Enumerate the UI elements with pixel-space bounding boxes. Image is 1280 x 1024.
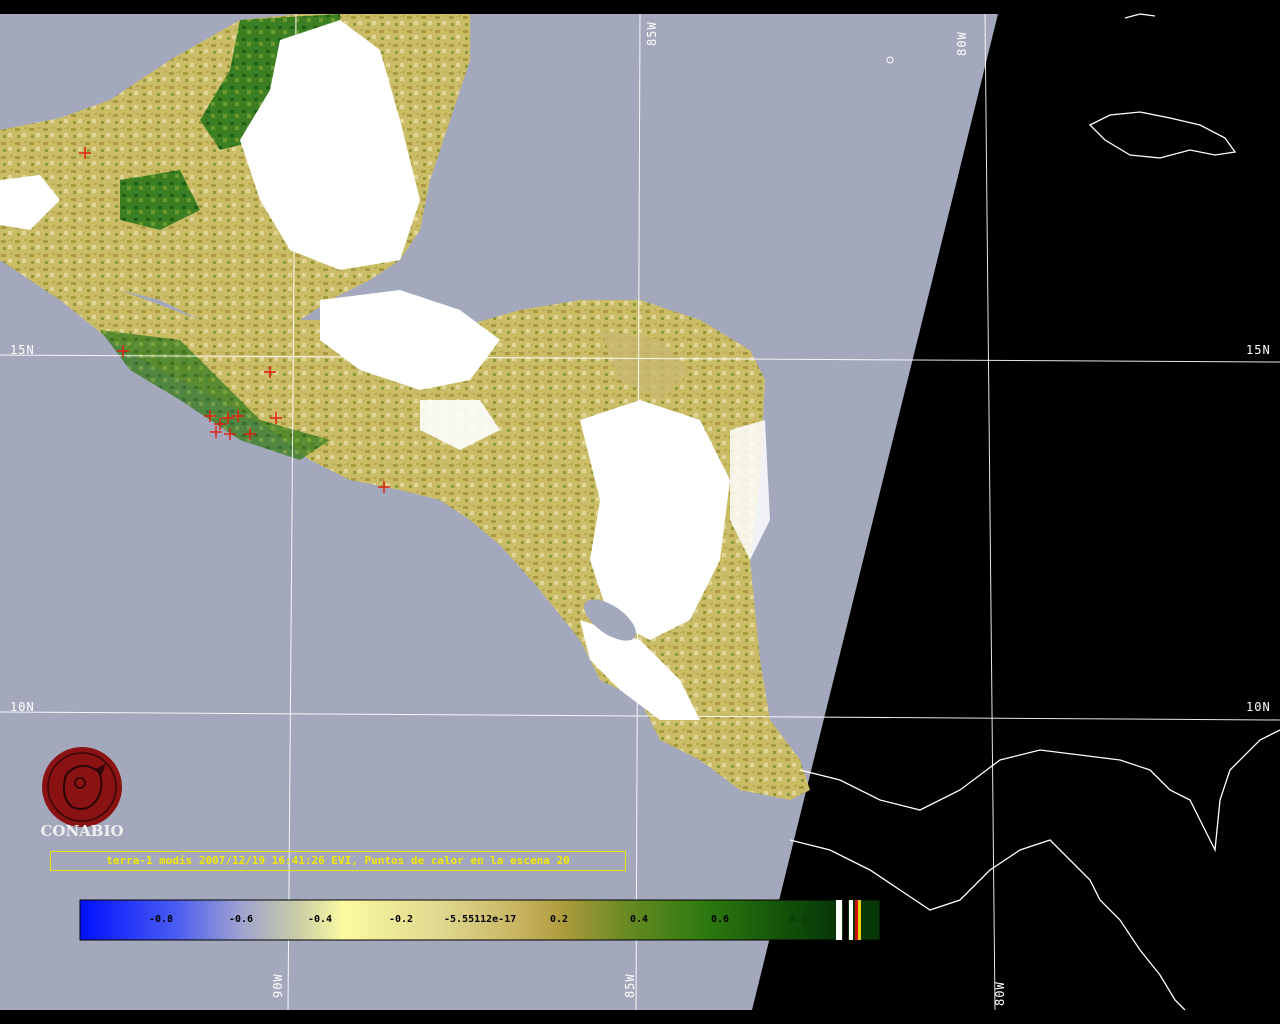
grid-label-lon-80w-top: 80W — [955, 31, 969, 56]
colorbar-white-swatch — [849, 900, 853, 940]
scene-caption: terra-1 modis 2007/12/19 16:41:26 EVI, P… — [50, 851, 626, 871]
grid-label-lat-10n-left: 10N — [10, 700, 35, 714]
grid-label-lon-85w-top: 85W — [645, 21, 659, 46]
grid-label-lon-90w-bottom: 90W — [271, 973, 285, 998]
colorbar-yellow-swatch — [858, 900, 861, 940]
colorbar-red-swatch — [855, 900, 858, 940]
colorbar-tick-label: -0.6 — [229, 914, 254, 925]
grid-label-lat-15n-right: 15N — [1246, 343, 1271, 357]
colorbar-tick-label: 0.8 — [789, 914, 808, 925]
colorbar-tick-label: -5.55112e-17 — [444, 914, 517, 925]
colorbar-tick-label: 0.6 — [711, 914, 730, 925]
colorbar-tick-label: -0.4 — [308, 914, 333, 925]
colorbar-black-swatch — [843, 900, 848, 940]
colorbar-tick-label: 0.2 — [550, 914, 569, 925]
colorbar-tick-label: -0.8 — [149, 914, 174, 925]
conabio-logo-text: CONABIO — [40, 822, 124, 840]
colorbar-cloud-swatch — [836, 900, 842, 940]
grid-label-lon-85w-bottom: 85W — [623, 973, 637, 998]
grid-label-lat-15n-left: 15N — [10, 343, 35, 357]
grid-label-lon-80w-bottom: 80W — [993, 981, 1007, 1006]
colorbar-tick-label: 0.4 — [630, 914, 649, 925]
grid-label-lat-10n-right: 10N — [1246, 700, 1271, 714]
colorbar-tick-label: -0.2 — [389, 914, 414, 925]
